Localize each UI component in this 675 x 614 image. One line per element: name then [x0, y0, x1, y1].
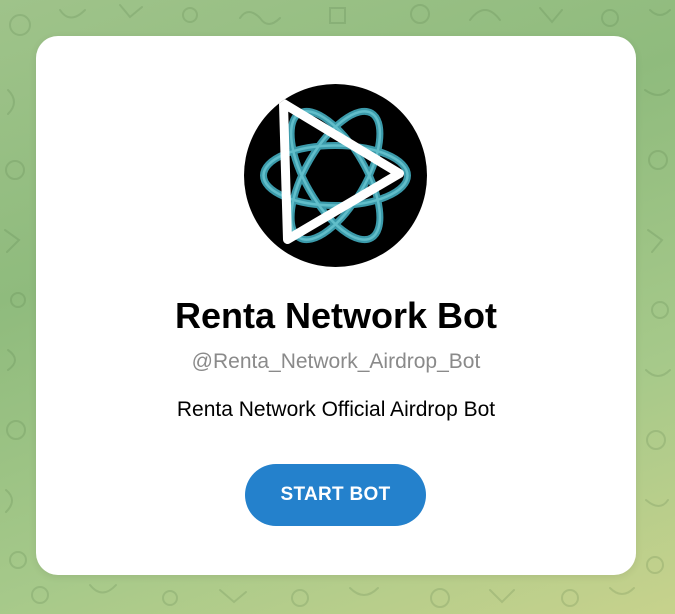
start-bot-button[interactable]: START BOT [245, 464, 426, 526]
renta-logo-icon [244, 84, 427, 267]
bot-description: Renta Network Official Airdrop Bot [176, 398, 496, 421]
bot-info-card: Renta Network Bot @Renta_Network_Airdrop… [36, 36, 636, 575]
bot-name: Renta Network Bot [174, 295, 498, 336]
bot-username: @Renta_Network_Airdrop_Bot [191, 350, 481, 373]
